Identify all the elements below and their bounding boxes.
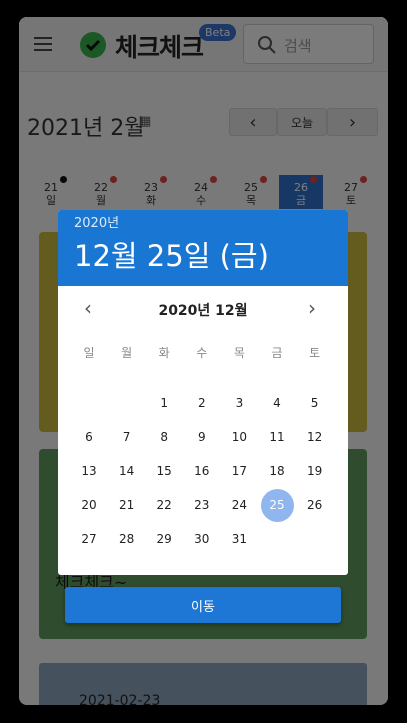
selected-date: 12월 25일 (금)	[74, 239, 269, 273]
next-month-icon[interactable]: ›	[308, 296, 316, 320]
weekday-label: 수	[196, 346, 208, 360]
weekday-label: 화	[158, 346, 170, 360]
calendar-day[interactable]: 3	[221, 386, 257, 420]
calendar-day[interactable]: 2	[184, 386, 220, 420]
calendar-day[interactable]: 5	[297, 386, 333, 420]
weekday-label: 금	[271, 346, 283, 360]
weekday-label: 목	[233, 346, 245, 360]
calendar-day[interactable]: 28	[109, 522, 145, 556]
calendar-day[interactable]: 19	[297, 454, 333, 488]
calendar-day[interactable]: 15	[146, 454, 182, 488]
calendar-day[interactable]: 21	[109, 488, 145, 522]
calendar-day[interactable]: 22	[146, 488, 182, 522]
calendar-day[interactable]: 9	[184, 420, 220, 454]
date-picker-dialog: 2020년 12월 25일 (금) ‹ 2020년 12월 › 일월화수목금토1…	[58, 210, 348, 575]
weekday-label: 월	[121, 346, 133, 360]
calendar-day[interactable]: 23	[184, 488, 220, 522]
calendar-day[interactable]: 4	[259, 386, 295, 420]
month-label: 2020년 12월	[158, 303, 248, 319]
calendar-day[interactable]: 18	[259, 454, 295, 488]
calendar-day[interactable]: 17	[221, 454, 257, 488]
calendar-day[interactable]: 1	[146, 386, 182, 420]
calendar-day[interactable]: 8	[146, 420, 182, 454]
calendar-day[interactable]: 11	[259, 420, 295, 454]
date-picker-header: 2020년 12월 25일 (금)	[58, 210, 348, 286]
calendar-day[interactable]: 14	[109, 454, 145, 488]
calendar-day[interactable]: 16	[184, 454, 220, 488]
calendar-day[interactable]: 24	[221, 488, 257, 522]
calendar-day[interactable]: 13	[71, 454, 107, 488]
calendar-day[interactable]: 31	[221, 522, 257, 556]
calendar-day[interactable]: 26	[297, 488, 333, 522]
calendar-day[interactable]: 12	[297, 420, 333, 454]
weekday-label: 일	[83, 346, 95, 360]
calendar-day[interactable]: 30	[184, 522, 220, 556]
calendar-day[interactable]: 7	[109, 420, 145, 454]
calendar-day[interactable]: 25	[260, 488, 294, 522]
calendar-day[interactable]: 27	[71, 522, 107, 556]
calendar-day[interactable]: 6	[71, 420, 107, 454]
calendar-day[interactable]: 20	[71, 488, 107, 522]
selected-year[interactable]: 2020년	[74, 212, 332, 231]
app-frame: 체크체크 Beta 검색 2021년 2월 ▦ ‹ 오늘 › 21일22월23화…	[19, 17, 388, 705]
calendar-day[interactable]: 10	[221, 420, 257, 454]
weekday-label: 토	[309, 346, 321, 360]
go-button[interactable]: 이동	[65, 587, 341, 623]
calendar-day[interactable]: 29	[146, 522, 182, 556]
